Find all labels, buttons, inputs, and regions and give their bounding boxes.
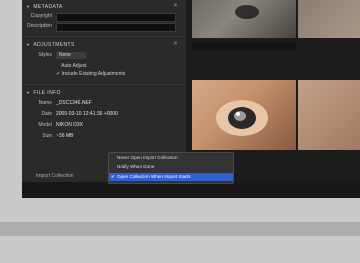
file-info-value: 2005-03-10 12:41:36 +0000 [56, 111, 118, 117]
photo-image [235, 5, 259, 19]
photo-thumbnail[interactable] [298, 0, 360, 38]
photo-thumbnail[interactable] [192, 0, 296, 38]
disclosure-triangle-icon[interactable]: ▼ [26, 4, 30, 9]
file-info-header-label: FILE INFO [33, 89, 61, 96]
photo-thumbnail[interactable] [192, 80, 296, 150]
menu-item-never-open[interactable]: Never Open Import Collection [109, 154, 233, 162]
metadata-section-header[interactable]: ▼ METADATA [26, 2, 63, 11]
include-existing-row: ✔ Include Existing Adjustments [22, 71, 186, 80]
metadata-close-icon[interactable]: ✕ [173, 2, 178, 9]
styles-label: Styles [38, 52, 52, 58]
section-divider [26, 36, 182, 37]
checkmark-icon: ✔ [111, 174, 115, 179]
metadata-header-label: METADATA [33, 3, 63, 10]
file-info-section-header[interactable]: ▼ FILE INFO [26, 88, 61, 97]
styles-row: Styles None [22, 52, 186, 61]
checkmark-icon: ✔ [56, 71, 61, 77]
adjustments-header-label: ADJUSTMENTS [33, 41, 75, 48]
background-band [0, 222, 360, 236]
description-row: Description [22, 23, 186, 32]
adjustments-close-icon[interactable]: ✕ [173, 40, 178, 47]
menu-item-open-when-import-starts[interactable]: ✔ Open Collection When Import Starts [109, 173, 233, 181]
grid-gap [192, 42, 296, 50]
file-info-row: Model NIKON D3X [22, 122, 186, 131]
disclosure-triangle-icon[interactable]: ▼ [26, 42, 30, 47]
styles-select-value: None [59, 52, 71, 58]
file-info-label: Name [38, 100, 52, 106]
file-info-row: Date 2005-03-10 12:41:36 +0000 [22, 111, 186, 120]
file-info-value: _DSC1346.NEF [56, 100, 92, 106]
copyright-field[interactable] [56, 13, 176, 22]
menu-item-notify-when-done[interactable]: Notify When Done [109, 163, 233, 171]
file-info-value: ~36 MB [56, 133, 74, 139]
file-info-label: Model [38, 122, 52, 128]
include-existing-label: Include Existing Adjustments [61, 71, 126, 77]
photo-thumbnail[interactable] [298, 80, 360, 150]
file-info-label: Date [41, 111, 52, 117]
file-info-row: Size ~36 MB [22, 133, 186, 142]
import-window: ▼ METADATA ✕ Copyright Description ▼ ADJ… [22, 0, 360, 198]
disclosure-triangle-icon[interactable]: ▼ [26, 90, 30, 95]
photo-image [216, 100, 268, 136]
menu-item-label: Never Open Import Collection [117, 155, 178, 160]
description-field[interactable] [56, 23, 176, 32]
file-info-label: Size [42, 133, 52, 139]
menu-item-label: Notify When Done [117, 164, 155, 169]
import-collection-label: Import Collection [36, 173, 74, 179]
copyright-label: Copyright [30, 13, 52, 19]
import-collection-menu: Never Open Import Collection Notify When… [108, 152, 234, 184]
file-info-row: Name _DSC1346.NEF [22, 100, 186, 109]
menu-item-label: Open Collection When Import Starts [117, 174, 191, 179]
include-existing-checkbox[interactable]: ✔ Include Existing Adjustments [56, 71, 125, 77]
styles-select[interactable]: None [56, 52, 86, 59]
adjustments-section-header[interactable]: ▼ ADJUSTMENTS [26, 40, 75, 49]
file-info-value: NIKON D3X [56, 122, 83, 128]
auto-adjust-checkbox[interactable]: Auto Adjust [56, 63, 86, 69]
section-divider [26, 84, 182, 85]
auto-adjust-label: Auto Adjust [61, 63, 87, 69]
copyright-row: Copyright [22, 13, 186, 22]
description-label: Description [26, 23, 52, 29]
bottom-toolbar [22, 182, 360, 198]
